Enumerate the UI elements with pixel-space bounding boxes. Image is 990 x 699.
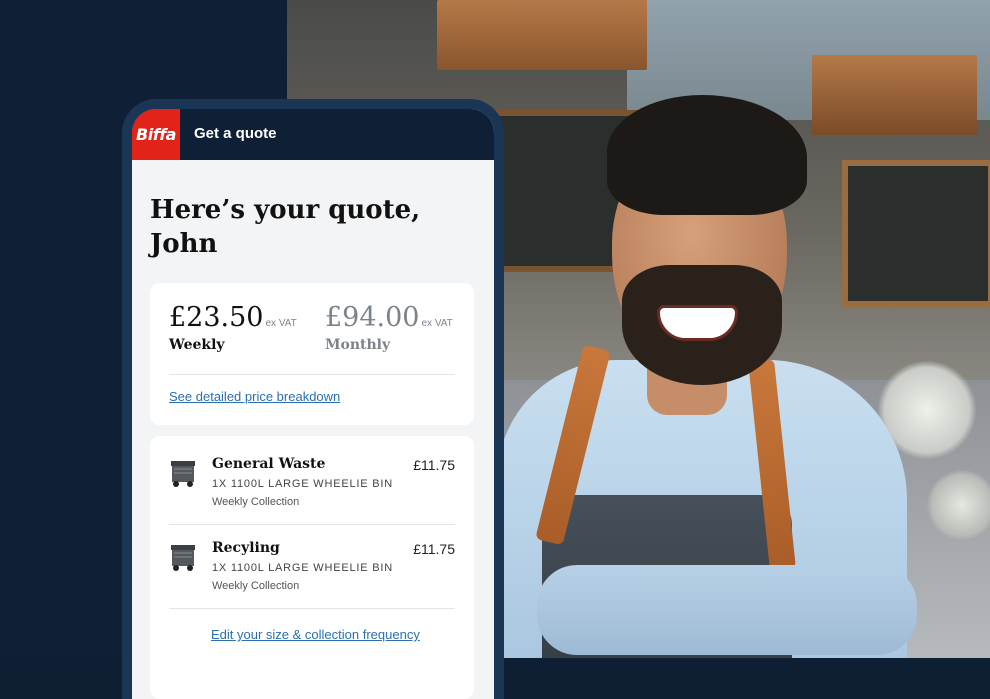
vat-note: ex VAT: [265, 318, 297, 329]
item-frequency: Weekly Collection: [212, 496, 300, 508]
phone-frame: Biffa Get a quote Here’s your quote, Joh…: [122, 99, 504, 699]
item-size: 1X 1100L LARGE WHEELIE BIN: [212, 478, 393, 490]
weekly-price: £23.50 ex VAT Weekly: [169, 302, 297, 353]
price-summary-card: £23.50 ex VAT Weekly £94.00 ex VAT Monthly…: [150, 283, 474, 425]
phone-screen: Biffa Get a quote Here’s your quote, Joh…: [132, 109, 494, 699]
biffa-logo[interactable]: Biffa: [132, 109, 180, 160]
list-item: General Waste 1X 1100L LARGE WHEELIE BIN…: [150, 436, 474, 520]
header-title: Get a quote: [194, 125, 277, 142]
list-item: Recyling 1X 1100L LARGE WHEELIE BIN Week…: [150, 520, 474, 604]
wheelie-bin-icon: [171, 461, 195, 487]
item-size: 1X 1100L LARGE WHEELIE BIN: [212, 562, 393, 574]
monthly-price: £94.00 ex VAT Monthly: [325, 302, 453, 353]
smiling-man: [497, 95, 917, 658]
price-period: Weekly: [169, 337, 225, 353]
item-price: £11.75: [413, 541, 455, 557]
price-period: Monthly: [325, 337, 391, 353]
bin-items-card: General Waste 1X 1100L LARGE WHEELIE BIN…: [150, 436, 474, 699]
app-header: Biffa Get a quote: [132, 109, 494, 160]
edit-size-frequency-link[interactable]: Edit your size & collection frequency: [211, 627, 420, 642]
item-name: Recyling: [212, 540, 280, 556]
item-frequency: Weekly Collection: [212, 580, 300, 592]
wheelie-bin-icon: [171, 545, 195, 571]
price-amount: £94.00: [325, 302, 420, 333]
item-name: General Waste: [212, 456, 326, 472]
vat-note: ex VAT: [421, 318, 453, 329]
price-amount: £23.50: [169, 302, 264, 333]
price-breakdown-link[interactable]: See detailed price breakdown: [169, 389, 340, 404]
page-title: Here’s your quote, John: [150, 195, 421, 259]
item-price: £11.75: [413, 457, 455, 473]
divider: [169, 374, 455, 375]
divider: [169, 608, 455, 609]
